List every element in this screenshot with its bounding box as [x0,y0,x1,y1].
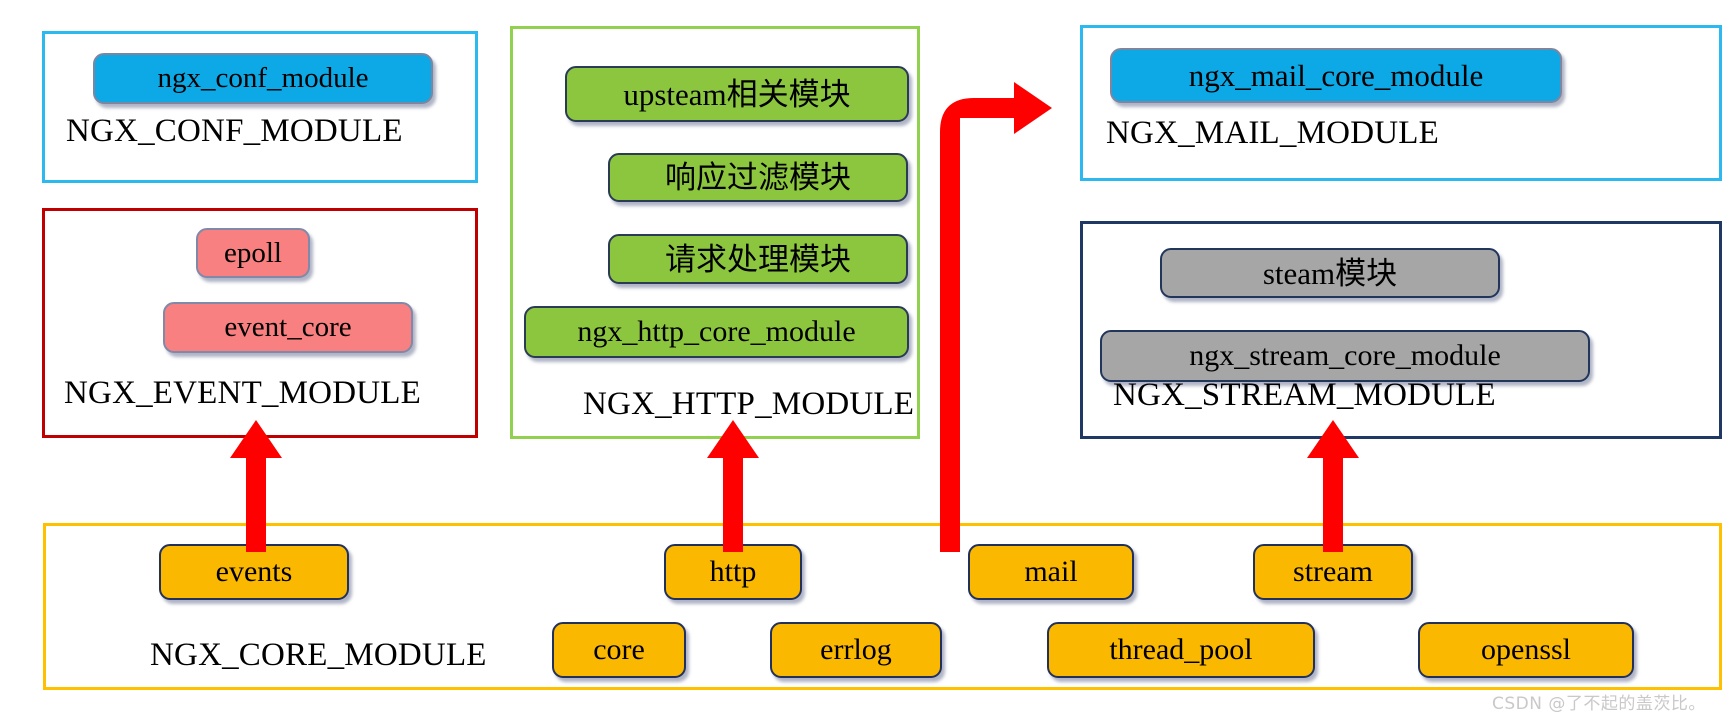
chip-event-core[interactable]: event_core [163,302,413,353]
chip-label: ngx_stream_core_module [1189,339,1501,372]
group-label-mail: NGX_MAIL_MODULE [1106,115,1439,151]
diagram-canvas: ngx_conf_module NGX_CONF_MODULE epoll ev… [0,0,1732,720]
chip-ngx-mail-core-module[interactable]: ngx_mail_core_module [1110,48,1562,103]
chip-openssl[interactable]: openssl [1418,622,1634,678]
chip-label: upsteam相关模块 [623,76,851,112]
chip-mail[interactable]: mail [968,544,1134,600]
csdn-watermark: CSDN @了不起的盖茨比。 [1492,694,1706,714]
chip-label: steam模块 [1262,255,1398,291]
chip-http[interactable]: http [664,544,802,600]
group-label-event: NGX_EVENT_MODULE [64,375,421,411]
group-label-core: NGX_CORE_MODULE [150,637,487,673]
chip-label: openssl [1481,633,1571,666]
chip-label: mail [1024,555,1078,588]
arrow-mail-to-mail-module [940,82,1052,552]
chip-ngx-stream-core-module[interactable]: ngx_stream_core_module [1100,330,1590,382]
chip-response-filter-modules[interactable]: 响应过滤模块 [608,153,908,202]
arrow-stream-to-stream-module [1307,420,1359,552]
chip-steam-modules[interactable]: steam模块 [1160,248,1500,298]
chip-events[interactable]: events [159,544,349,600]
chip-ngx-http-core-module[interactable]: ngx_http_core_module [524,306,909,358]
chip-label: ngx_mail_core_module [1188,58,1484,93]
chip-ngx-conf-module[interactable]: ngx_conf_module [93,53,433,104]
group-label-stream: NGX_STREAM_MODULE [1113,377,1496,413]
chip-label: core [593,633,645,666]
chip-upstream-modules[interactable]: upsteam相关模块 [565,66,909,122]
arrow-events-to-event-module [230,420,282,552]
chip-errlog[interactable]: errlog [770,622,942,678]
chip-label: http [709,555,757,588]
chip-label: errlog [820,633,892,666]
chip-label: 响应过滤模块 [665,160,851,195]
chip-label: stream [1293,555,1373,588]
arrow-http-to-http-module [707,420,759,552]
chip-label: ngx_http_core_module [577,315,856,348]
chip-thread-pool[interactable]: thread_pool [1047,622,1315,678]
chip-label: epoll [224,236,282,269]
group-label-conf: NGX_CONF_MODULE [66,113,403,149]
chip-label: event_core [224,311,352,343]
chip-core[interactable]: core [552,622,686,678]
chip-stream[interactable]: stream [1253,544,1413,600]
chip-label: thread_pool [1109,633,1253,666]
chip-request-handling-modules[interactable]: 请求处理模块 [608,234,908,284]
chip-label: ngx_conf_module [157,62,369,94]
chip-label: 请求处理模块 [665,241,851,277]
chip-label: events [215,555,293,588]
chip-epoll[interactable]: epoll [196,228,310,278]
